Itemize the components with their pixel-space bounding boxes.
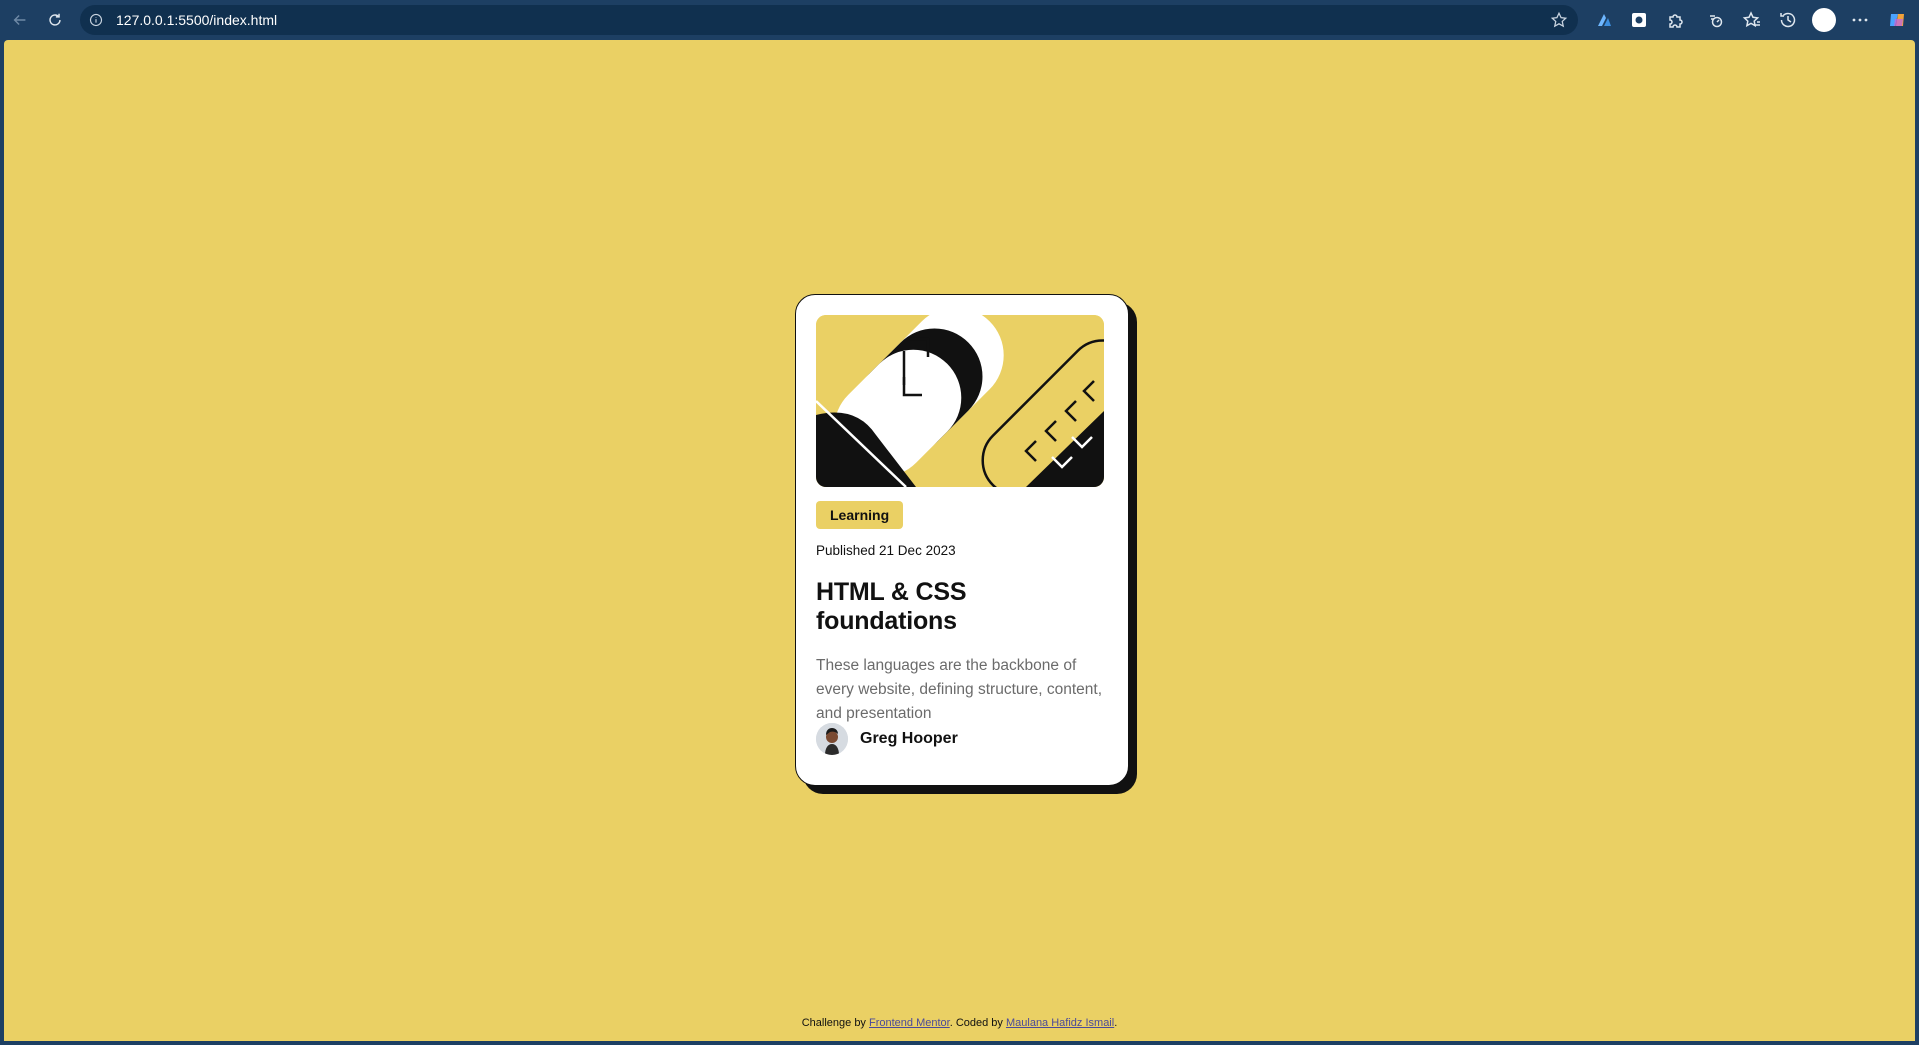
card-title[interactable]: HTML & CSS foundations — [816, 578, 1108, 636]
hero-illustration — [816, 315, 1104, 487]
attribution-middle: . Coded by — [949, 1017, 1006, 1029]
favorites-icon[interactable] — [1740, 8, 1764, 32]
profile-icon[interactable] — [1812, 8, 1836, 32]
author: Greg Hooper — [816, 723, 958, 755]
refresh-icon[interactable] — [43, 8, 67, 32]
avatar — [816, 723, 848, 755]
extension-icon[interactable] — [1627, 8, 1651, 32]
category-tag: Learning — [816, 501, 904, 529]
site-info-icon[interactable] — [88, 12, 104, 28]
browser-toolbar: 127.0.0.1:5500/index.html — [0, 0, 1919, 40]
extension-icon[interactable] — [1592, 8, 1616, 32]
page-viewport: Learning Published 21 Dec 2023 HTML & CS… — [4, 40, 1915, 1041]
window-bottom-edge — [0, 1041, 1919, 1045]
frontend-mentor-link[interactable]: Frontend Mentor — [869, 1017, 950, 1029]
performance-icon[interactable] — [1704, 8, 1728, 32]
more-icon[interactable] — [1848, 8, 1872, 32]
back-icon[interactable] — [8, 8, 32, 32]
author-name: Greg Hooper — [860, 730, 958, 747]
author-link[interactable]: Maulana Hafidz Ismail — [1006, 1017, 1114, 1029]
url-text: 127.0.0.1:5500/index.html — [116, 12, 278, 28]
attribution-prefix: Challenge by — [801, 1017, 869, 1029]
puzzle-icon[interactable] — [1663, 8, 1687, 32]
blog-preview-card: Learning Published 21 Dec 2023 HTML & CS… — [795, 294, 1129, 786]
history-icon[interactable] — [1776, 8, 1800, 32]
attribution-suffix: . — [1114, 1017, 1118, 1029]
published-date: Published 21 Dec 2023 — [816, 543, 956, 558]
favorite-star-icon[interactable] — [1550, 11, 1568, 29]
card-description: These languages are the backbone of ever… — [816, 657, 1103, 722]
copilot-icon[interactable] — [1885, 8, 1909, 32]
attribution: Challenge by Frontend Mentor. Coded by M… — [4, 1017, 1915, 1029]
address-bar[interactable]: 127.0.0.1:5500/index.html — [80, 5, 1578, 35]
